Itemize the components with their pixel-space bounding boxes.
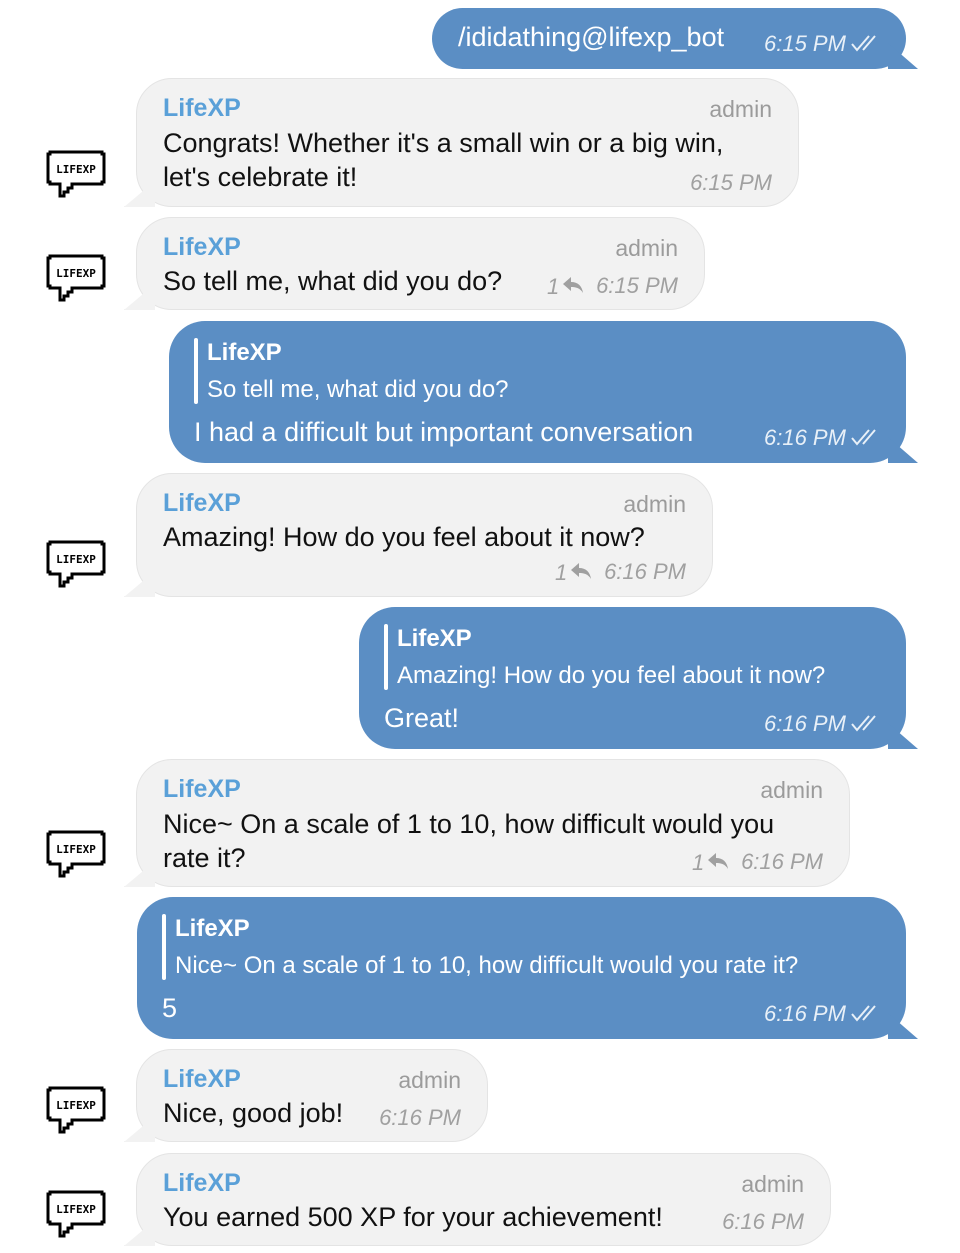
lifexp-avatar-icon[interactable]: [42, 148, 110, 204]
admin-badge: admin: [398, 1067, 461, 1093]
outgoing-reply-message[interactable]: LifeXP Nice~ On a scale of 1 to 10, how …: [137, 897, 906, 1039]
admin-badge: admin: [741, 1171, 804, 1197]
message-time: 6:16 PM: [741, 849, 823, 874]
reply-icon[interactable]: [570, 562, 592, 580]
admin-badge: admin: [709, 96, 772, 122]
quote-text[interactable]: Amazing! How do you feel about it now?: [397, 662, 825, 690]
sender-name[interactable]: LifeXP: [163, 233, 241, 262]
incoming-message[interactable]: LifeXP admin Nice~ On a scale of 1 to 10…: [136, 759, 850, 887]
incoming-message[interactable]: LifeXP admin So tell me, what did you do…: [136, 217, 705, 310]
message-text-line: rate it?: [163, 843, 246, 873]
lifexp-avatar-icon[interactable]: [42, 1188, 110, 1244]
lifexp-avatar-icon[interactable]: [42, 828, 110, 884]
quote-sender[interactable]: LifeXP: [397, 625, 472, 653]
incoming-message[interactable]: LifeXP admin Amazing! How do you feel ab…: [136, 473, 713, 597]
sender-name[interactable]: LifeXP: [163, 1169, 241, 1198]
sender-name[interactable]: LifeXP: [163, 1065, 241, 1094]
sender-name[interactable]: LifeXP: [163, 94, 241, 123]
reply-count[interactable]: 1: [555, 560, 567, 586]
reply-count[interactable]: 1: [692, 850, 704, 876]
quote-bar: [194, 338, 198, 404]
message-text: Amazing! How do you feel about it now?: [163, 522, 645, 552]
quote-text[interactable]: Nice~ On a scale of 1 to 10, how difficu…: [175, 952, 798, 980]
message-text: 5: [162, 993, 178, 1023]
quote-text[interactable]: So tell me, what did you do?: [207, 376, 509, 404]
message-text: I had a difficult but important conversa…: [194, 417, 694, 447]
outgoing-message[interactable]: /ididathing@lifexp_bot 6:15 PM: [432, 8, 906, 69]
quote-bar: [162, 914, 166, 980]
message-time: 6:15 PM: [690, 170, 772, 195]
quote-bar: [384, 624, 388, 690]
admin-badge: admin: [615, 235, 678, 261]
message-time: 6:16 PM: [379, 1105, 461, 1130]
incoming-message[interactable]: LifeXP admin You earned 500 XP for your …: [136, 1153, 831, 1246]
message-time: 6:16 PM: [722, 1209, 804, 1234]
reply-icon[interactable]: [707, 852, 729, 870]
message-time: 6:16 PM: [764, 1001, 846, 1026]
message-time: 6:16 PM: [764, 425, 846, 450]
message-time: 6:16 PM: [764, 711, 846, 736]
reply-icon[interactable]: [562, 276, 584, 294]
message-text-line: let's celebrate it!: [163, 162, 358, 192]
lifexp-avatar-icon[interactable]: [42, 1084, 110, 1140]
message-text-line: Congrats! Whether it's a small win or a …: [163, 128, 724, 158]
admin-badge: admin: [623, 491, 686, 517]
message-time: 6:16 PM: [604, 559, 686, 584]
message-time: 6:15 PM: [596, 273, 678, 298]
double-check-icon: [850, 427, 882, 447]
message-text-line: Nice~ On a scale of 1 to 10, how difficu…: [163, 809, 775, 839]
admin-badge: admin: [760, 777, 823, 803]
quote-sender[interactable]: LifeXP: [175, 915, 250, 943]
message-text: You earned 500 XP for your achievement!: [163, 1202, 663, 1232]
lifexp-avatar-icon[interactable]: [42, 252, 110, 308]
incoming-message[interactable]: LifeXP admin Congrats! Whether it's a sm…: [136, 78, 799, 207]
message-text: So tell me, what did you do?: [163, 266, 503, 296]
sender-name[interactable]: LifeXP: [163, 775, 241, 804]
double-check-icon: [850, 1003, 882, 1023]
message-text: Great!: [384, 703, 460, 733]
sender-name[interactable]: LifeXP: [163, 489, 241, 518]
outgoing-reply-message[interactable]: LifeXP So tell me, what did you do? I ha…: [169, 321, 906, 463]
message-text: Nice, good job!: [163, 1098, 344, 1128]
reply-count[interactable]: 1: [547, 274, 559, 300]
double-check-icon: [850, 713, 882, 733]
incoming-message[interactable]: LifeXP admin Nice, good job! 6:16 PM: [136, 1049, 488, 1142]
quote-sender[interactable]: LifeXP: [207, 339, 282, 367]
message-time: 6:15 PM: [764, 31, 846, 56]
message-text: /ididathing@lifexp_bot: [458, 22, 725, 52]
outgoing-reply-message[interactable]: LifeXP Amazing! How do you feel about it…: [359, 607, 906, 749]
lifexp-avatar-icon[interactable]: [42, 538, 110, 594]
double-check-icon: [850, 33, 882, 53]
